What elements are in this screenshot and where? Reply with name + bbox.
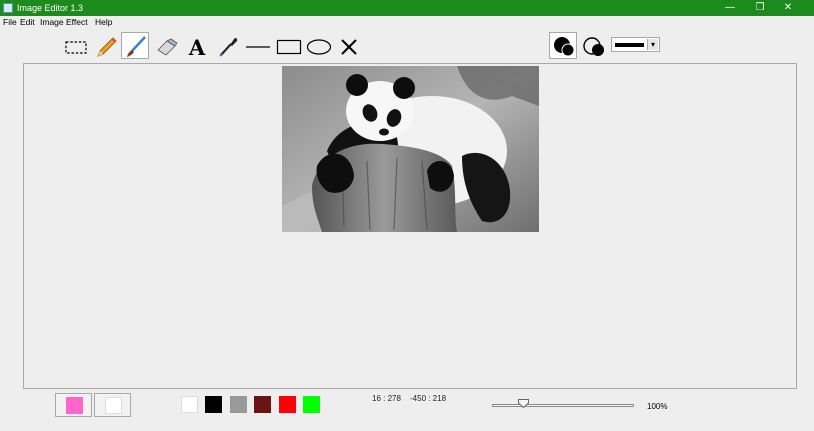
text-tool-button[interactable]: A <box>182 32 210 60</box>
restore-button[interactable]: ❐ <box>748 0 772 16</box>
outline-shape-mode-button[interactable] <box>579 32 607 59</box>
select-tool-button[interactable] <box>61 32 89 59</box>
palette-swatch-white[interactable] <box>181 396 198 413</box>
toolbar: A ▾ <box>0 28 814 62</box>
palette-swatch-black[interactable] <box>205 396 222 413</box>
cursor-position-readout: 16 : 278 <box>372 394 401 403</box>
x-icon <box>341 39 357 55</box>
menu-edit[interactable]: Edit <box>20 16 35 28</box>
menu-file[interactable]: File <box>3 16 17 28</box>
zoom-slider-track[interactable] <box>492 404 634 407</box>
clear-tool-button[interactable] <box>334 32 362 59</box>
eraser-tool-button[interactable] <box>152 32 180 59</box>
app-icon <box>3 3 13 13</box>
selection-size-readout: -450 : 218 <box>410 394 447 403</box>
close-button[interactable]: ✕ <box>776 0 800 16</box>
eyedropper-tool-button[interactable] <box>213 32 241 59</box>
palette-swatch-gray[interactable] <box>230 396 247 413</box>
stroke-width-selector[interactable]: ▾ <box>611 37 660 52</box>
filled-circles-icon <box>554 37 575 57</box>
text-icon: A <box>188 35 206 60</box>
window-title: Image Editor 1.3 <box>17 3 84 13</box>
secondary-color-well[interactable] <box>94 393 131 417</box>
palette-swatch-red[interactable] <box>279 396 296 413</box>
palette-swatch-dark-red[interactable] <box>254 396 271 413</box>
rectangle-icon <box>276 39 302 55</box>
chevron-down-icon[interactable]: ▾ <box>647 39 658 50</box>
menu-effect[interactable]: Effect <box>66 16 88 28</box>
panda-photo[interactable] <box>282 66 539 232</box>
thick-line-icon <box>615 43 644 47</box>
brush-tool-button[interactable] <box>121 32 149 59</box>
menu-help[interactable]: Help <box>95 16 112 28</box>
primary-color-well[interactable] <box>55 393 92 417</box>
dashed-rectangle-icon <box>65 41 87 54</box>
paintbrush-icon <box>127 36 146 57</box>
menu-bar: File Edit Image Effect Help <box>0 16 814 28</box>
outline-circles-icon <box>583 37 604 56</box>
secondary-color-swatch[interactable] <box>105 397 122 414</box>
rectangle-tool-button[interactable] <box>274 32 302 59</box>
text-tool-glyph: A <box>188 35 206 60</box>
pencil-icon <box>97 37 117 57</box>
minimize-button[interactable]: — <box>718 0 742 16</box>
zoom-slider-thumb[interactable] <box>517 399 529 408</box>
pencil-tool-button[interactable] <box>91 32 119 59</box>
menu-image[interactable]: Image <box>40 16 64 28</box>
zoom-label: 100% <box>647 402 668 411</box>
title-bar: Image Editor 1.3 — ❐ ✕ <box>0 0 814 16</box>
palette-swatch-green[interactable] <box>303 396 320 413</box>
line-icon <box>246 46 270 48</box>
ellipse-tool-button[interactable] <box>304 32 332 59</box>
line-tool-button[interactable] <box>243 32 271 59</box>
eraser-icon <box>157 38 178 56</box>
filled-shape-mode-button[interactable] <box>549 32 577 59</box>
primary-color-swatch[interactable] <box>66 397 83 414</box>
eyedropper-icon <box>219 37 238 57</box>
ellipse-icon <box>306 39 332 55</box>
